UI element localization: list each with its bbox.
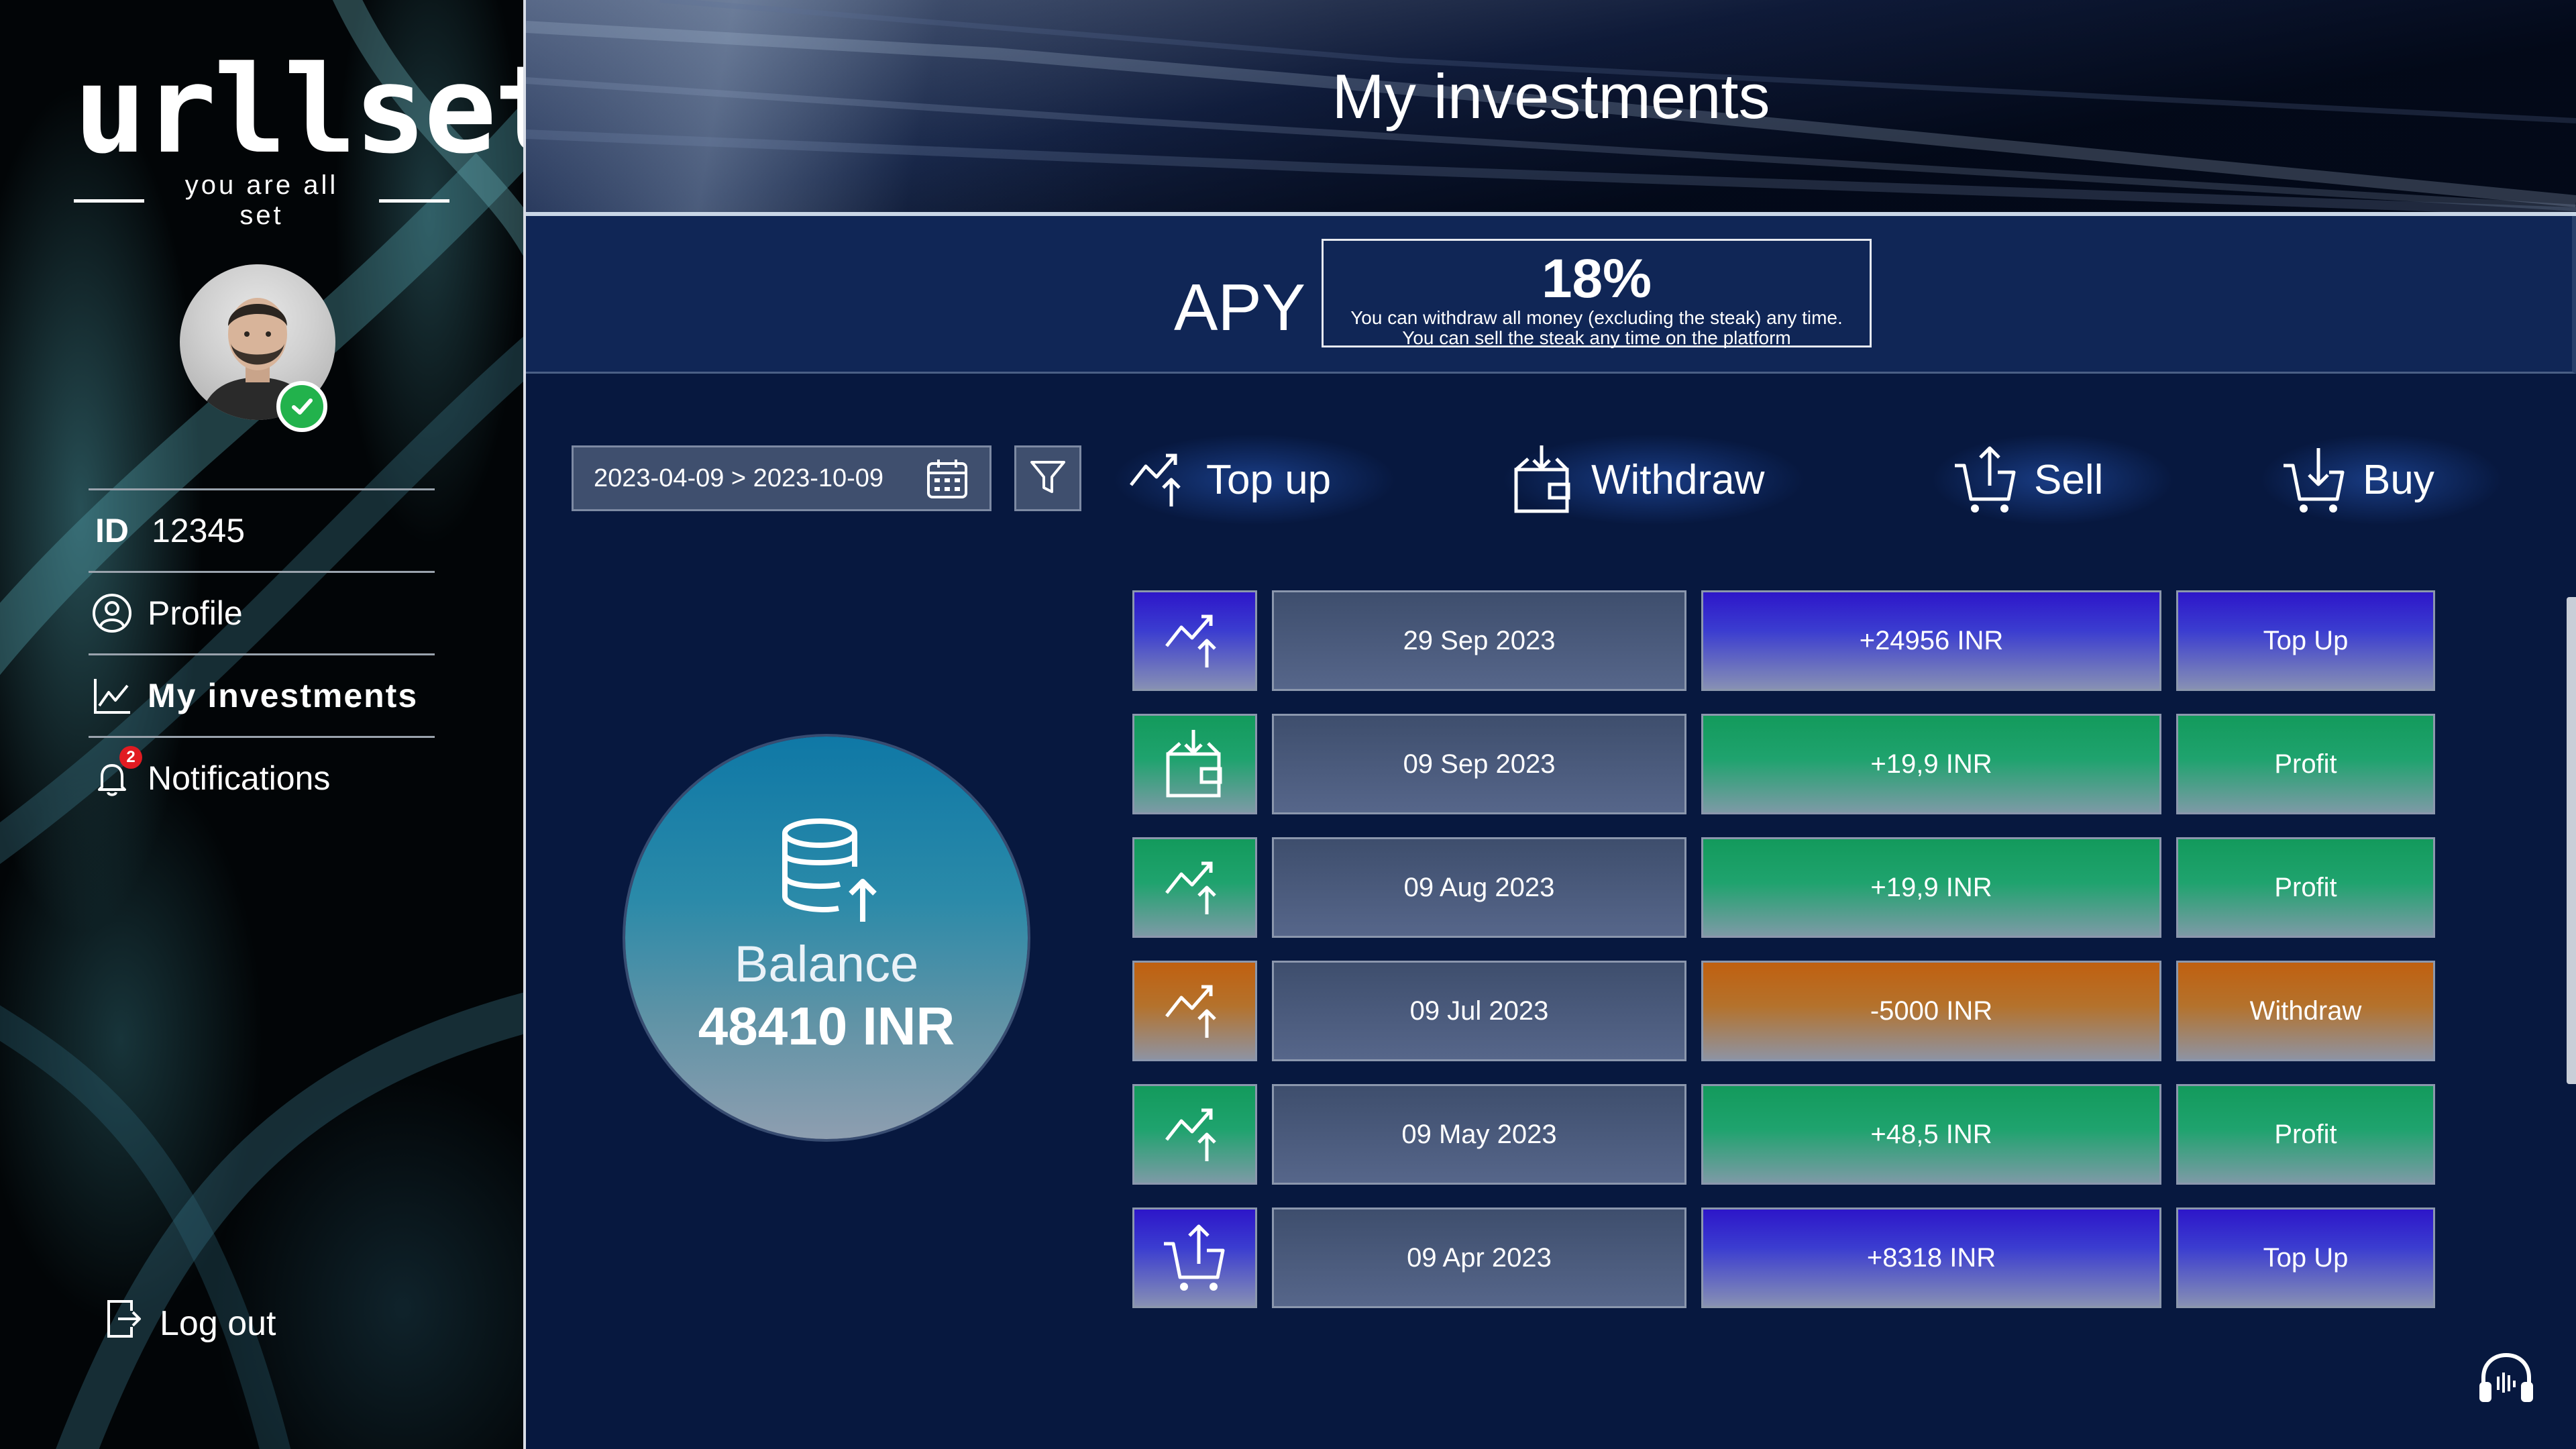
brand-logo[interactable]: urllset you are all set (74, 40, 523, 231)
sidebar-item-profile[interactable]: Profile (89, 573, 435, 653)
page-title: My investments (1332, 61, 1770, 131)
date-range-picker[interactable]: 2023-04-09 > 2023-10-09 (572, 445, 991, 511)
sidebar-item-notifications[interactable]: 2 Notifications (89, 738, 435, 818)
table-row[interactable]: 09 Apr 2023 +8318 INR Top Up (1132, 1208, 2435, 1308)
transaction-amount: +19,9 INR (1701, 714, 2161, 814)
transaction-date: 09 May 2023 (1272, 1084, 1686, 1185)
trend-up-icon (1132, 961, 1257, 1061)
withdraw-label: Withdraw (1591, 456, 1765, 503)
apy-label: APY (1174, 270, 1306, 344)
date-range-value: 2023-04-09 > 2023-10-09 (594, 464, 884, 492)
table-row[interactable]: 09 Jul 2023 -5000 INR Withdraw (1132, 961, 2435, 1061)
user-id-label: ID (95, 512, 129, 549)
table-row[interactable]: 09 May 2023 +48,5 INR Profit (1132, 1084, 2435, 1185)
cart-upload-icon (1952, 443, 2019, 517)
verified-check-icon (276, 381, 327, 432)
brand-tagline: you are all set (184, 170, 339, 230)
trend-up-icon (1132, 590, 1257, 691)
apy-banner: APY 18% You can withdraw all money (excl… (526, 216, 2576, 374)
divider (378, 199, 449, 203)
sidebar-item-label: My investments (148, 677, 419, 714)
top-up-label: Top up (1206, 456, 1332, 503)
scrollbar[interactable] (2567, 597, 2576, 1084)
sidebar-nav: ID 12345 Profile My investments 2 Notifi… (89, 488, 435, 818)
divider (74, 199, 145, 203)
transaction-date: 29 Sep 2023 (1272, 590, 1686, 691)
sidebar-item-label: Notifications (148, 759, 331, 797)
transaction-amount: +24956 INR (1701, 590, 2161, 691)
sell-button[interactable]: Sell (1932, 429, 2174, 530)
notification-count-badge: 2 (119, 746, 142, 769)
sidebar-item-label: Profile (148, 594, 243, 632)
withdraw-button[interactable]: Withdraw (1503, 429, 1805, 530)
transaction-amount: -5000 INR (1701, 961, 2161, 1061)
balance-label: Balance (734, 936, 919, 993)
apy-info-box: 18% You can withdraw all money (excludin… (1322, 239, 1872, 348)
table-row[interactable]: 09 Aug 2023 +19,9 INR Profit (1132, 837, 2435, 938)
apy-note-line: You can withdraw all money (excluding th… (1350, 307, 1843, 328)
buy-label: Buy (2363, 456, 2434, 503)
wallet-download-icon (1132, 714, 1257, 814)
transaction-amount: +8318 INR (1701, 1208, 2161, 1308)
filter-icon (1028, 457, 1068, 500)
trend-up-icon (1127, 447, 1191, 512)
sidebar: urllset you are all set ID 12345 Profile… (0, 0, 523, 1449)
transaction-amount: +19,9 INR (1701, 837, 2161, 938)
user-id-row: ID 12345 (89, 490, 435, 571)
transaction-date: 09 Jul 2023 (1272, 961, 1686, 1061)
transaction-date: 09 Aug 2023 (1272, 837, 1686, 938)
filter-button[interactable] (1014, 445, 1081, 511)
transaction-date: 09 Sep 2023 (1272, 714, 1686, 814)
apy-note-line: You can sell the steak any time on the p… (1402, 327, 1791, 348)
transaction-type: Top Up (2176, 590, 2435, 691)
transaction-date: 09 Apr 2023 (1272, 1208, 1686, 1308)
buy-button[interactable]: Buy (2261, 429, 2502, 530)
balance-card: Balance 48410 INR (625, 737, 1028, 1139)
page-header: My investments (526, 0, 2576, 213)
sidebar-item-my-investments[interactable]: My investments (89, 655, 435, 736)
table-row[interactable]: 09 Sep 2023 +19,9 INR Profit (1132, 714, 2435, 814)
transaction-type: Withdraw (2176, 961, 2435, 1061)
chart-line-icon (89, 672, 136, 719)
trend-up-icon (1132, 1084, 1257, 1185)
balance-value: 48410 INR (698, 996, 955, 1056)
transaction-type: Profit (2176, 837, 2435, 938)
transaction-type: Profit (2176, 1084, 2435, 1185)
trend-up-icon (1132, 837, 1257, 938)
wallet-download-icon (1509, 443, 1576, 517)
table-row[interactable]: 29 Sep 2023 +24956 INR Top Up (1132, 590, 2435, 691)
calendar-icon[interactable] (925, 457, 969, 508)
brand-wordmark: urllset (74, 40, 523, 180)
logout-button[interactable]: Log out (105, 1297, 276, 1349)
support-headset-icon[interactable] (2474, 1347, 2538, 1415)
cart-download-icon (2281, 443, 2348, 517)
transaction-type: Top Up (2176, 1208, 2435, 1308)
transaction-amount: +48,5 INR (1701, 1084, 2161, 1185)
user-circle-icon (89, 590, 136, 637)
logout-icon (105, 1297, 142, 1349)
top-up-button[interactable]: Top up (1114, 429, 1395, 530)
apy-rate: 18% (1541, 248, 1652, 309)
cart-upload-icon (1132, 1208, 1257, 1308)
database-upload-icon (780, 817, 880, 928)
sell-label: Sell (2034, 456, 2104, 503)
logout-label: Log out (160, 1303, 276, 1343)
transaction-type: Profit (2176, 714, 2435, 814)
user-id-value: 12345 (152, 512, 246, 549)
